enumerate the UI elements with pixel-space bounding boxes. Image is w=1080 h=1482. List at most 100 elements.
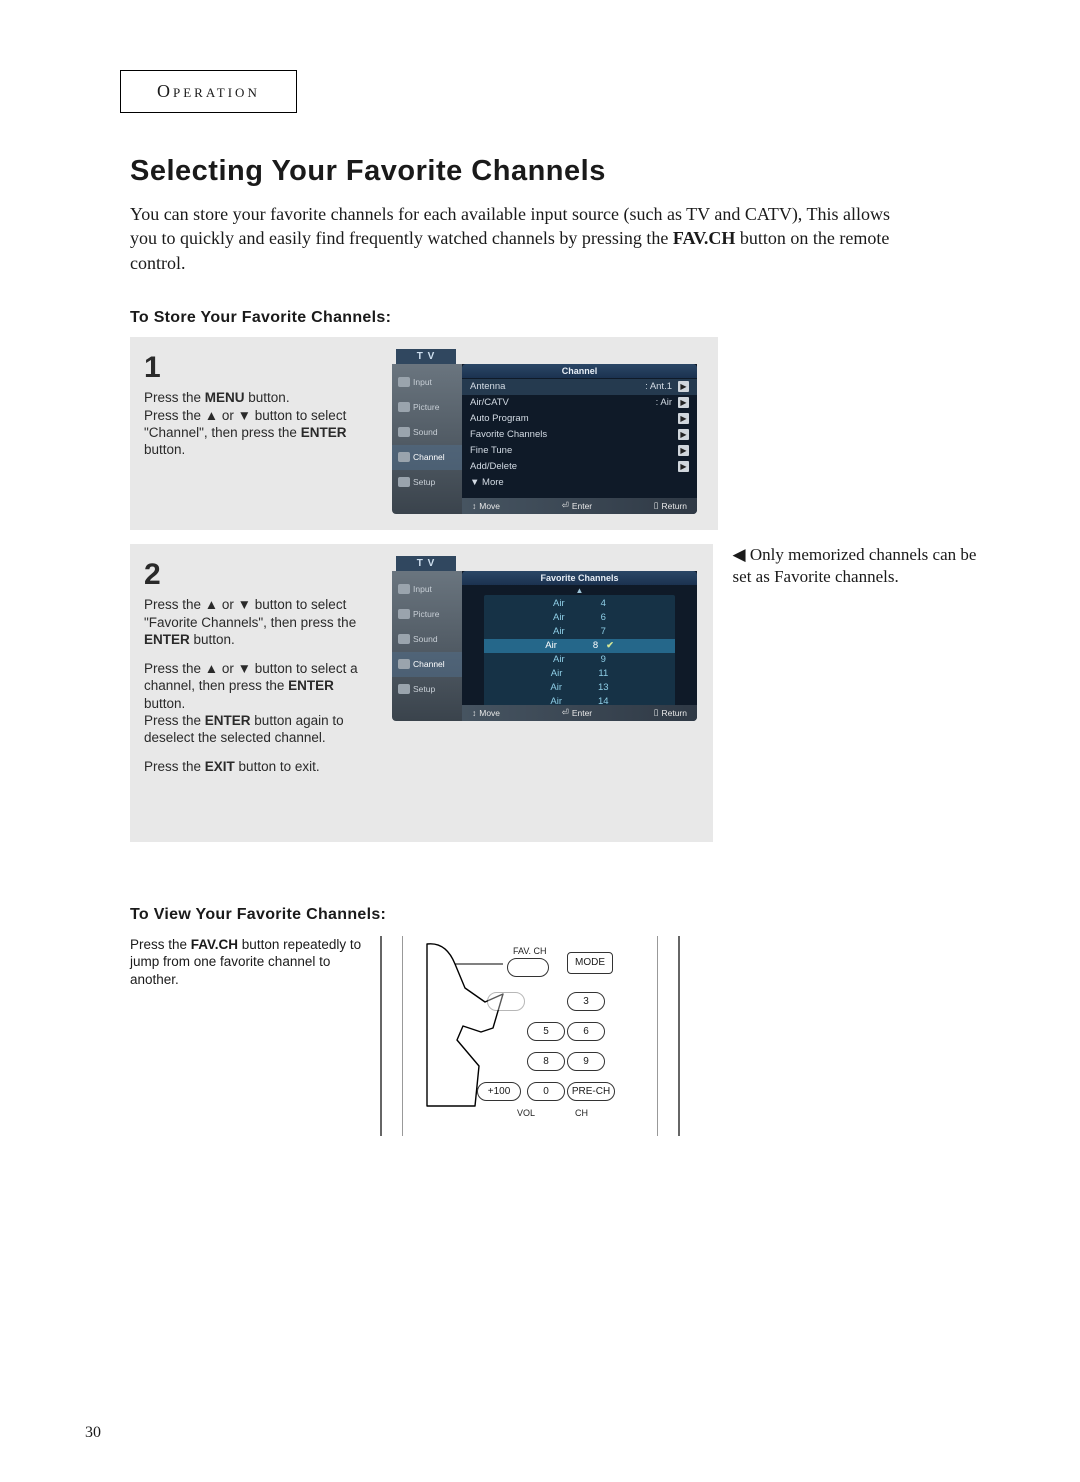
osd-footer-return: ▯ Return [654,500,687,511]
remote-5-label: 5 [543,1026,549,1037]
step-1-number: 1 [144,349,374,387]
page-number: 30 [85,1424,101,1442]
osd-title-2: Favorite Channels [462,571,697,585]
step1-t4: button. [144,442,185,457]
osd-channel-row: Air7 [484,625,675,639]
remote-num-6-button[interactable]: 6 [567,1022,605,1041]
osd-row-label: Fine Tune [470,445,512,456]
osd-return-label: Return [661,501,687,511]
osd-return-label-2: Return [661,708,687,718]
osd-channel-row: Air 6 [484,611,675,625]
osd-sidebar-item: Picture [392,602,462,627]
remote-num-3-button[interactable]: 3 [567,992,605,1011]
remote-num-2-button[interactable] [487,992,525,1011]
osd-channel-num: 11 [598,668,608,679]
osd-sidebar-label: Input [413,584,432,594]
osd-channel-num: 4 [601,598,606,609]
osd-menu-row: ▼ More [462,475,697,491]
intro-paragraph: You can store your favorite channels for… [130,202,920,275]
osd-screenshot-favorite-channels: T V Input Picture Sound Channel Setup Favori… [392,556,697,721]
osd-menu-row: Antenna: Ant.1▶ [462,379,697,395]
osd-channel-num: 6 [601,612,606,623]
osd-sidebar-label: Picture [413,402,439,412]
step1-t2: button. [245,390,290,405]
step2-b3: ENTER [205,713,251,728]
osd-sidebar-icon [398,634,410,644]
osd-channel-row: Air13 [484,681,675,695]
osd-tv-tab: T V [396,349,456,364]
remote-num-5-button[interactable]: 5 [527,1022,565,1041]
osd-row-value: : Ant.1 [645,381,672,392]
step2-b2: ENTER [288,678,334,693]
remote-illustration: FAV. CH MODE 3 5 6 8 9 +100 0 PRE-CH VOL… [380,936,680,1136]
remote-num-9-button[interactable]: 9 [567,1052,605,1071]
osd-sidebar-item: Input [392,370,462,395]
side-note: ◀ Only memorized channels can be set as … [733,544,990,588]
remote-plus100-button[interactable]: +100 [477,1082,521,1101]
intro-bold: FAV.CH [673,228,736,248]
osd-footer: ↕ Move ⏎ Enter ▯ Return [462,498,697,514]
osd-footer-return-2: ▯ Return [654,707,687,718]
remote-0-label: 0 [543,1086,549,1097]
osd-sidebar-item: Input [392,577,462,602]
remote-favch-button[interactable] [507,958,549,977]
remote-num-0-button[interactable]: 0 [527,1082,565,1101]
osd-sidebar-icon [398,477,410,487]
section-header: Operation [157,81,260,101]
osd-sidebar-label: Picture [413,609,439,619]
osd-channel-row: Air9 [484,653,675,667]
right-arrow-icon: ▶ [678,413,689,424]
remote-mode-button[interactable]: MODE [567,952,613,974]
right-arrow-icon: ▶ [678,445,689,456]
osd-tv-tab-2: T V [396,556,456,571]
step-2-block: 2 Press the ▲ or ▼ button to select "Fav… [130,544,713,842]
osd-move-label-2: Move [479,708,500,718]
section-header-box: Operation [120,70,297,113]
check-icon: ✔ [606,640,614,650]
osd-channel-row: Air 4 [484,597,675,611]
osd-sidebar-item: Picture [392,395,462,420]
step2-t7: Press the [144,759,205,774]
osd-channel-src: Air [545,640,557,651]
osd-channel-num: 9 [601,654,606,665]
osd-channel-row: Air8✔ [484,639,675,653]
osd-row-label: Air/CATV [470,397,509,408]
osd-channel-src: Air [553,612,565,623]
osd-sidebar-label: Sound [413,427,438,437]
osd-sidebar-icon [398,659,410,669]
osd-sidebar-label: Channel [413,452,445,462]
osd-footer-move: ↕ Move [472,501,500,511]
osd-sidebar-item: Setup [392,677,462,702]
osd-sidebar-item: Setup [392,470,462,495]
osd-row-label: Auto Program [470,413,529,424]
osd-sidebar-icon [398,402,410,412]
osd-sidebar: Input Picture Sound Channel Setup [392,364,462,514]
right-arrow-icon: ▶ [678,429,689,440]
osd-sidebar-icon [398,377,410,387]
osd-channel-src: Air [553,598,565,609]
right-arrow-icon: ▶ [678,381,689,392]
osd-sidebar-icon [398,609,410,619]
osd-sidebar-item: Sound [392,627,462,652]
remote-6-label: 6 [583,1026,589,1037]
osd-menu-row: Auto Program ▶ [462,411,697,427]
osd-sidebar-icon [398,584,410,594]
step1-b2: ENTER [301,425,347,440]
remote-8-label: 8 [543,1056,549,1067]
osd-screenshot-channel-menu: T V Input Picture Sound Channel Setup Channe… [392,349,697,514]
step2-b1: ENTER [144,632,190,647]
osd-sidebar-item: Sound [392,420,462,445]
osd-footer-enter-2: ⏎ Enter [562,707,592,718]
remote-favch-label: FAV. CH [513,946,547,956]
osd-footer-2: ↕ Move ⏎ Enter ▯ Return [462,705,697,721]
osd-sidebar-label: Channel [413,659,445,669]
remote-mode-label: MODE [575,957,605,968]
remote-vol-label: VOL [517,1108,535,1118]
step2-t1: Press the ▲ or ▼ button to select "Favor… [144,597,356,629]
osd-sidebar-label: Input [413,377,432,387]
remote-num-8-button[interactable]: 8 [527,1052,565,1071]
step2-t8: button to exit. [235,759,320,774]
osd-enter-label: Enter [572,501,592,511]
step2-t2: button. [190,632,235,647]
remote-prech-button[interactable]: PRE-CH [567,1082,615,1101]
